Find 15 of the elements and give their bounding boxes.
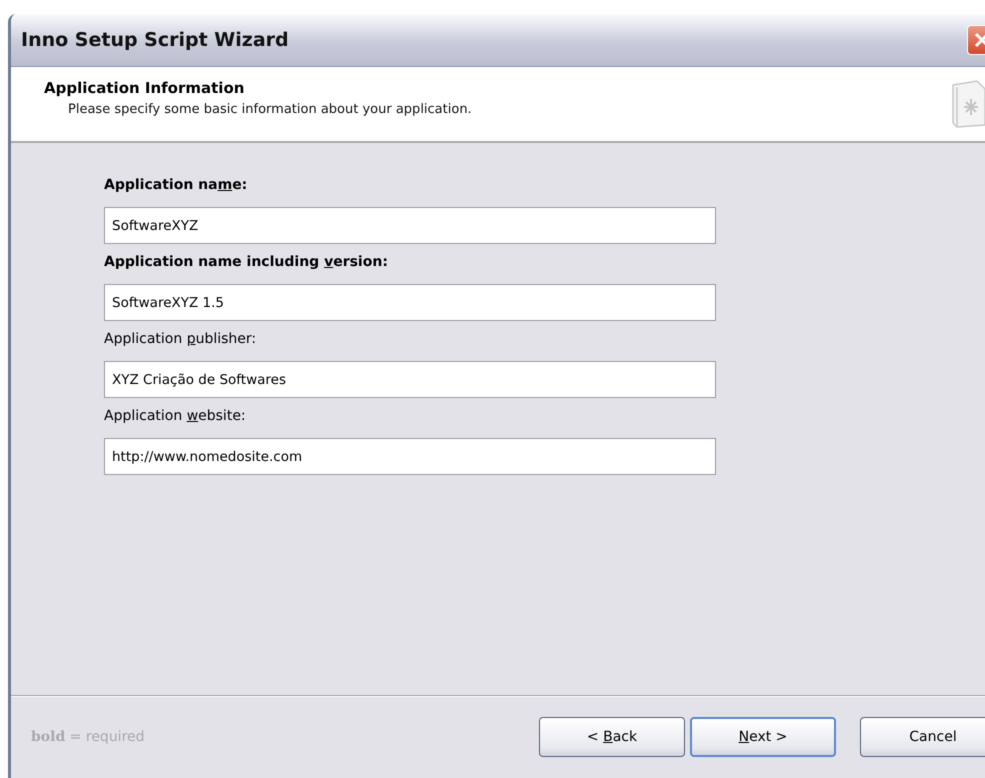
required-legend: bold = required [31,729,539,745]
text-field[interactable]: http://www.nomedosite.com [104,438,716,475]
field-label: Application publisher: [104,331,258,347]
field-label: Application name including version: [104,254,389,270]
wizard-button[interactable]: < Back [539,717,685,757]
text-field[interactable]: SoftwareXYZ [104,207,716,244]
text-field[interactable]: SoftwareXYZ 1.5 [104,284,716,321]
field-label: Application website: [104,408,247,424]
page-subtitle: Please specify some basic information about your application. [67,102,472,117]
wizard-button[interactable]: Next > [690,717,836,757]
window-title: Inno Setup Script Wizard [21,29,289,51]
field-label: Application name: [104,177,248,193]
page-title: Application Information [44,79,246,97]
text-field[interactable]: XYZ Criação de Softwares [104,361,716,398]
wizard-button[interactable]: Cancel [860,717,985,757]
